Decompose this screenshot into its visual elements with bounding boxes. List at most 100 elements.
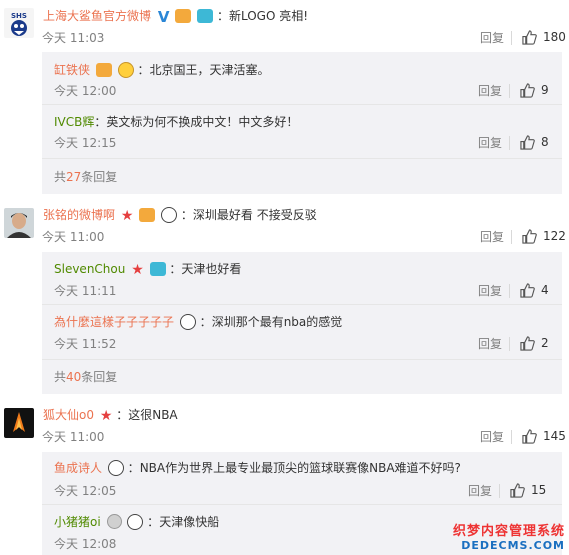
like-count: 2: [541, 336, 549, 350]
reply-button[interactable]: 回复: [478, 283, 502, 299]
star-icon: ★: [131, 261, 144, 278]
like-button[interactable]: 2: [520, 335, 549, 351]
like-button[interactable]: 122: [522, 228, 566, 244]
reply-text-line: IVCB辉：英文标为何不换成中文！中文多好！: [54, 115, 299, 129]
comment-time: 今天 11:00: [42, 430, 105, 444]
thumbs-up-icon: [520, 82, 535, 98]
reply-text-line: SlevenChou ★ ：天津也好看: [54, 261, 242, 278]
divider: [42, 359, 562, 360]
panda-emoji-icon: [161, 206, 178, 223]
username[interactable]: 张铭的微博啊: [43, 208, 115, 222]
divider: [42, 104, 562, 105]
divider: [509, 136, 510, 150]
reply-text: 天津像快船: [159, 515, 220, 529]
divider: [42, 304, 562, 305]
like-button[interactable]: 9: [520, 82, 549, 98]
member-badge-icon: [175, 8, 192, 23]
comment-text: 这很NBA: [128, 408, 178, 422]
username[interactable]: 上海大鲨鱼官方微博: [43, 9, 151, 23]
thumbs-up-icon: [522, 428, 537, 444]
watermark: 织梦内容管理系统 DEDECMS.COM: [453, 520, 565, 552]
username[interactable]: 缸铁侠: [54, 63, 90, 77]
comment-text-line: 狐大仙o0 ★ ：这很NBA: [43, 407, 178, 424]
divider: [511, 31, 512, 45]
divider: [511, 430, 512, 444]
reply-button[interactable]: 回复: [478, 336, 502, 352]
reply-time: 今天 11:11: [54, 284, 117, 298]
username[interactable]: 狐大仙o0: [43, 408, 94, 422]
comment-2: 张铭的微博啊 ★ ：深圳最好看 不接受反驳 今天 11:00 回复 122 Sl…: [0, 200, 569, 400]
reply-text: NBA作为世界上最专业最顶尖的篮球联赛像NBA难道不好吗?: [139, 461, 461, 475]
divider: [509, 284, 510, 298]
divider: [42, 158, 562, 159]
username[interactable]: 鱼成诗人: [54, 461, 102, 475]
divider: [499, 484, 500, 498]
reply-time: 今天 12:08: [54, 537, 117, 551]
thumbs-up-icon: [520, 282, 535, 298]
like-button[interactable]: 180: [522, 29, 566, 45]
like-count: 15: [531, 483, 547, 497]
like-button[interactable]: 145: [522, 428, 566, 444]
reply-time: 今天 12:00: [54, 84, 117, 98]
reply-button[interactable]: 回复: [478, 83, 502, 99]
comment-text: 新LOGO 亮相!: [228, 9, 309, 23]
username[interactable]: SlevenChou: [54, 262, 125, 276]
avatar-user[interactable]: [4, 208, 34, 238]
watermark-title: 织梦内容管理系统: [452, 524, 565, 539]
member-badge-icon: [95, 62, 112, 77]
comment-text-line: 上海大鲨鱼官方微博 V ：新LOGO 亮相!: [43, 7, 309, 26]
username[interactable]: 小猪猪oi: [54, 515, 101, 529]
camera-icon: [197, 8, 214, 23]
view-more-replies-link[interactable]: 共40条回复: [54, 369, 117, 385]
reply-text-line: 小猪猪oi ：天津像快船: [54, 513, 220, 530]
view-more-replies-link[interactable]: 共27条回复: [54, 169, 117, 185]
panda-emoji-icon: [127, 513, 144, 530]
reply-text-line: 缸铁侠 ：北京国王，天津活塞。: [54, 61, 270, 78]
reply-button[interactable]: 回复: [480, 229, 504, 245]
divider: [509, 84, 510, 98]
reply-time: 今天 12:05: [54, 484, 117, 498]
cool-emoji-icon: [117, 61, 134, 78]
divider: [511, 230, 512, 244]
verified-v-icon: V: [157, 7, 170, 26]
panda-emoji-icon: [179, 313, 196, 330]
reply-button[interactable]: 回复: [478, 135, 502, 151]
reply-button[interactable]: 回复: [480, 429, 504, 445]
like-count: 4: [541, 283, 549, 297]
thumbs-up-icon: [522, 29, 537, 45]
reply-button[interactable]: 回复: [480, 30, 504, 46]
username[interactable]: IVCB辉: [54, 115, 94, 129]
reply-text: 北京国王，天津活塞。: [149, 63, 270, 77]
silver-badge-icon: [106, 514, 122, 529]
reply-text: 英文标为何不换成中文！中文多好！: [106, 115, 299, 129]
reply-time: 今天 12:15: [54, 136, 117, 150]
avatar-sharks[interactable]: SHS: [4, 8, 34, 38]
reply-text: 深圳那个最有nba的感觉: [211, 315, 343, 329]
like-count: 8: [541, 135, 549, 149]
star-icon: ★: [120, 207, 134, 224]
svg-text:SHS: SHS: [11, 12, 27, 20]
comment-time: 今天 11:03: [42, 31, 105, 45]
comment-1: SHS 上海大鲨鱼官方微博 V ：新LOGO 亮相! 今天 11:03 回复 1…: [0, 0, 569, 200]
like-button[interactable]: 15: [510, 482, 546, 498]
username[interactable]: 為什麼這樣子子子子子: [54, 315, 174, 329]
comment-text: 深圳最好看 不接受反驳: [192, 208, 317, 222]
watermark-url: DEDECMS.COM: [461, 539, 565, 552]
comment-text-line: 张铭的微博啊 ★ ：深圳最好看 不接受反驳: [43, 206, 317, 224]
camera-icon: [149, 261, 166, 276]
member-badge-icon: [139, 207, 156, 222]
avatar-user[interactable]: [4, 408, 34, 438]
like-count: 180: [543, 30, 566, 44]
star-icon: ★: [99, 407, 113, 424]
thumbs-up-icon: [520, 335, 535, 351]
reply-time: 今天 11:52: [54, 337, 117, 351]
comment-time: 今天 11:00: [42, 230, 105, 244]
like-button[interactable]: 8: [520, 134, 549, 150]
divider: [509, 337, 510, 351]
reply-button[interactable]: 回复: [468, 483, 492, 499]
reply-list: 缸铁侠 ：北京国王，天津活塞。 今天 12:00 回复 9 IVCB辉：英文标为…: [42, 52, 562, 194]
like-button[interactable]: 4: [520, 282, 549, 298]
reply-text-line: 為什麼這樣子子子子子 ：深圳那个最有nba的感觉: [54, 313, 343, 330]
thumbs-up-icon: [522, 228, 537, 244]
like-count: 145: [543, 429, 566, 443]
